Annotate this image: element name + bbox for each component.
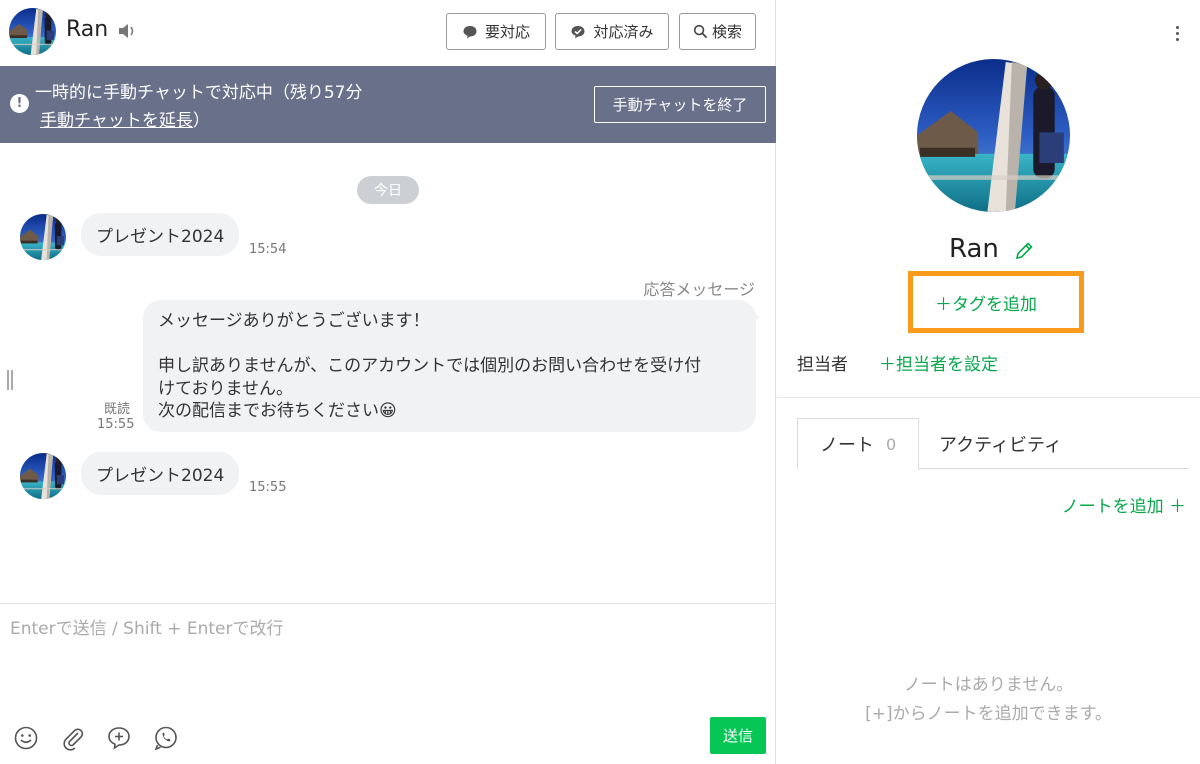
incoming-message: プレゼント2024 xyxy=(81,452,240,495)
message-composer: 送信 xyxy=(0,603,776,764)
empty-notes-hint: [+]からノートを追加できます。 xyxy=(865,704,1112,724)
divider xyxy=(777,397,1200,398)
set-assignee-button[interactable]: ＋担当者を設定 xyxy=(879,350,998,375)
more-options-icon[interactable] xyxy=(1165,22,1189,44)
profile-avatar xyxy=(917,59,1070,212)
date-divider: 今日 xyxy=(357,176,419,204)
edit-pencil-icon[interactable] xyxy=(1013,240,1035,262)
add-tag-button[interactable]: ＋タグを追加 xyxy=(935,290,1037,315)
empty-notes-text: ノートはありません。 xyxy=(903,675,1074,695)
search-label: 検索 xyxy=(711,23,742,41)
profile-tabs: ノート 0 アクティビティ xyxy=(797,418,1189,470)
banner-close-paren: ） xyxy=(192,111,210,131)
profile-name: Ran xyxy=(949,234,999,264)
auto-response-label: 応答メッセージ xyxy=(643,280,755,299)
read-receipt: 既読 xyxy=(104,402,131,417)
resize-handle[interactable] xyxy=(7,370,13,390)
end-manual-chat-button[interactable]: 手動チャットを終了 xyxy=(594,86,766,123)
tab-notes[interactable]: ノート 0 xyxy=(797,418,919,470)
notes-count: 0 xyxy=(886,434,897,454)
message-time: 15:55 xyxy=(249,480,287,495)
sender-avatar[interactable] xyxy=(20,214,66,260)
sender-avatar[interactable] xyxy=(20,453,66,499)
search-button[interactable]: 検索 xyxy=(679,13,756,50)
resolved-button[interactable]: 対応済み xyxy=(555,13,669,50)
tab-activity[interactable]: アクティビティ xyxy=(939,418,1062,469)
add-note-button[interactable]: ノートを追加 ＋ xyxy=(1062,492,1186,517)
outgoing-message: メッセージありがとうございます！ 申し訳ありませんが、このアカウントでは個別のお… xyxy=(143,300,756,432)
assignee-label: 担当者 xyxy=(797,355,848,375)
user-name: Ran xyxy=(66,17,109,42)
search-icon xyxy=(693,24,708,39)
chat-panel: Ran 要対応 対応済み 検索 ! 一時的に手動チャットで対応中（残り57分 手… xyxy=(0,0,776,764)
message-time: 15:54 xyxy=(249,242,287,257)
call-icon[interactable] xyxy=(153,725,179,751)
message-time: 15:55 xyxy=(97,417,135,432)
user-avatar[interactable] xyxy=(9,8,56,55)
tab-notes-label: ノート xyxy=(820,435,874,456)
chat-bubble-icon xyxy=(463,25,477,38)
send-button[interactable]: 送信 xyxy=(710,717,766,754)
resolved-label: 対応済み xyxy=(593,23,654,41)
incoming-message: プレゼント2024 xyxy=(81,213,240,256)
check-bubble-icon xyxy=(571,25,585,38)
requires-action-button[interactable]: 要対応 xyxy=(446,13,546,50)
speaker-icon[interactable] xyxy=(118,22,138,40)
message-input[interactable] xyxy=(10,619,750,639)
bubble-tail xyxy=(753,312,760,322)
extend-manual-chat-link[interactable]: 手動チャットを延長 xyxy=(40,111,193,131)
add-message-icon[interactable] xyxy=(106,725,132,751)
chat-header: Ran 要対応 対応済み 検索 xyxy=(0,0,776,66)
banner-status-text: 一時的に手動チャットで対応中（残り57分 xyxy=(35,83,363,103)
emoji-icon[interactable] xyxy=(13,725,39,751)
attachment-icon[interactable] xyxy=(60,725,86,751)
alert-icon: ! xyxy=(10,94,29,113)
profile-panel: Ran ＋タグを追加 担当者 ＋担当者を設定 ノート 0 アクティビティ ノート… xyxy=(777,0,1200,764)
manual-chat-banner: ! 一時的に手動チャットで対応中（残り57分 手動チャットを延長） 手動チャット… xyxy=(0,66,776,143)
requires-action-label: 要対応 xyxy=(484,23,530,41)
